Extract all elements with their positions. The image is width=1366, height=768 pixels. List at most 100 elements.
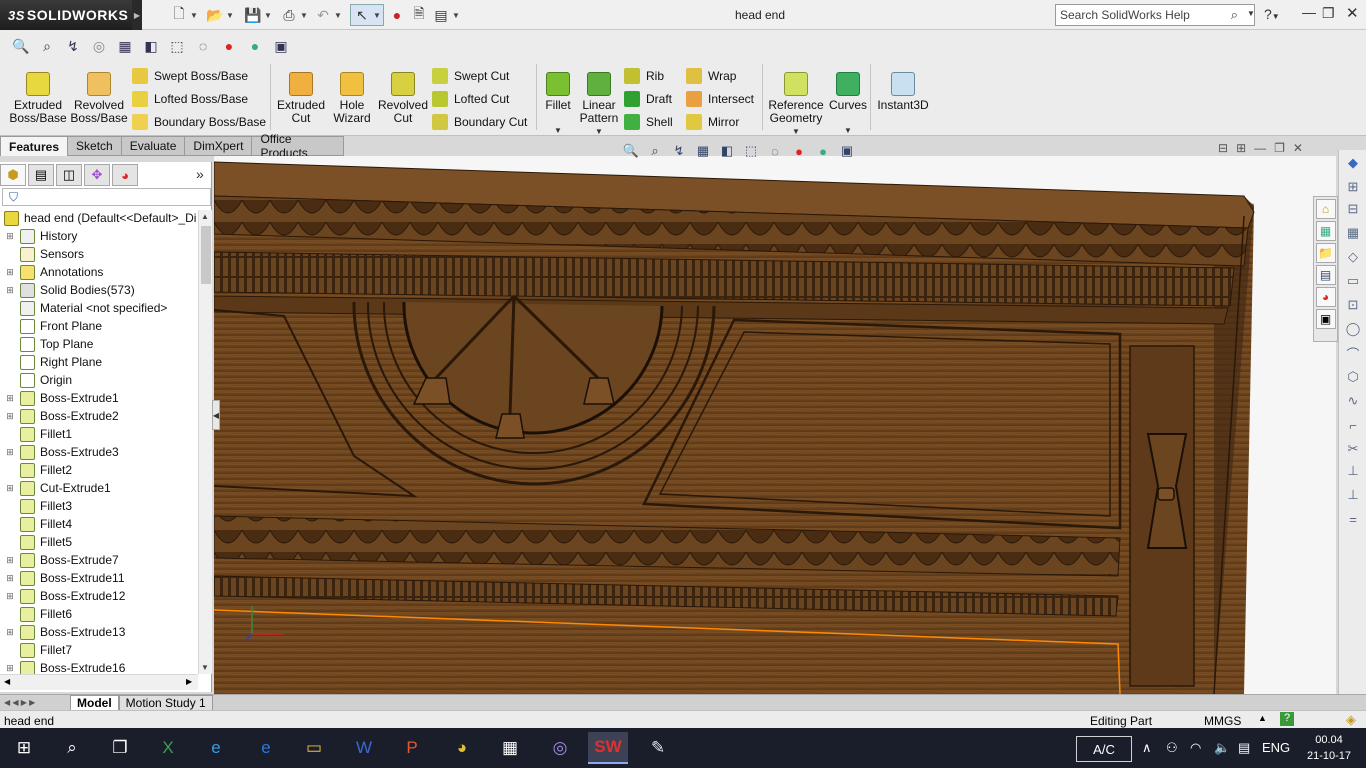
model-viewport[interactable] [214,156,1336,694]
display-style-icon[interactable]: ⬚ [742,142,760,160]
lofted-cut-button[interactable]: Lofted Cut [432,89,527,109]
chevron-down-icon[interactable]: ▼ [554,124,562,137]
calculator-icon[interactable]: ▦ [490,732,530,764]
plane-icon[interactable]: ⊥ [1344,462,1362,480]
help-button[interactable]: ?▼ [1264,6,1280,22]
file-explorer-icon[interactable]: ▭ [294,732,334,764]
windows-start-icon[interactable]: ⊞ [4,732,44,764]
collapse-panel-icon[interactable]: » [196,166,204,182]
tab-office-products[interactable]: Office Products [252,132,344,160]
lofted-boss-button[interactable]: Lofted Boss/Base [132,89,266,109]
chrome-icon[interactable]: ◕ [442,732,482,764]
split-view-icon[interactable]: ⊟ [1218,141,1228,155]
offset-icon[interactable]: = [1344,510,1362,528]
wrap-button[interactable]: Wrap [686,66,754,86]
tree-item[interactable]: ⊞ Annotations [0,263,200,281]
tree-item[interactable]: Sensors [0,245,200,263]
notification-icon[interactable]: ▤ [1238,740,1250,756]
tree-item[interactable]: Fillet4 [0,515,200,533]
revolved-cut-button[interactable]: Revolved Cut [378,72,428,125]
zoom-to-area-icon[interactable]: ⌕ [646,142,664,160]
powerpoint-icon[interactable]: P [392,732,432,764]
expand-icon[interactable]: ⊞ [5,591,15,601]
tree-item[interactable]: Origin [0,371,200,389]
view-settings-icon[interactable]: ▣ [838,142,856,160]
file-explorer-icon[interactable]: 📁 [1315,243,1336,263]
tree-vertical-scrollbar[interactable]: ▲ ▼ [198,210,212,674]
zoom-to-area-icon[interactable]: ⌕ [36,35,58,57]
expand-icon[interactable]: ⊞ [5,231,15,241]
people-icon[interactable]: ⚇ [1166,740,1178,756]
excel-icon[interactable]: X [148,732,188,764]
chevron-down-icon[interactable]: ▼ [844,124,852,137]
custom-properties-icon[interactable]: ▣ [1315,309,1336,329]
menu-arrow-icon[interactable]: ▶ [132,0,142,30]
restore-document-icon[interactable]: ❐ [1274,141,1285,155]
undo-button[interactable]: ↶ ▼ [314,4,342,26]
rebuild-icon[interactable]: ▦ [1344,224,1362,242]
tree-item[interactable]: Material <not specified> [0,299,200,317]
view-orientation-icon[interactable]: ◧ [140,35,162,57]
help-status-icon[interactable]: ? [1280,712,1294,726]
expand-icon[interactable]: ⊞ [5,483,15,493]
spline-icon[interactable]: ∿ [1344,392,1362,410]
trim-icon[interactable]: ✂ [1344,440,1362,458]
display-style-icon[interactable]: ⬚ [166,35,188,57]
expand-icon[interactable]: ⊞ [5,573,15,583]
dimension-icon[interactable]: ⊞ [1344,178,1362,196]
tab-model[interactable]: Model [70,694,119,711]
tree-item[interactable]: Fillet6 [0,605,200,623]
tab-features[interactable]: Features [0,136,69,156]
graphics-area[interactable] [214,156,1336,694]
mirror-button[interactable]: Mirror [686,112,754,132]
boundary-boss-button[interactable]: Boundary Boss/Base [132,112,266,132]
print-button[interactable]: ⎙ ▼ [280,4,308,26]
sketch-tool-icon[interactable]: ◆ [1344,154,1362,172]
slot-icon[interactable]: ⊡ [1344,296,1362,314]
fillet-button[interactable]: Fillet ▼ [542,72,574,137]
view-orientation-icon[interactable]: ◧ [718,142,736,160]
dynamic-annotation-icon[interactable]: ▦ [114,35,136,57]
save-button[interactable]: 💾 ▼ [244,4,272,26]
expand-icon[interactable]: ⊞ [5,267,15,277]
search-help-input[interactable]: Search SolidWorks Help ⌕ [1055,4,1255,26]
scroll-up-icon[interactable]: ▲ [201,212,209,221]
hole-wizard-button[interactable]: Hole Wizard [330,72,374,125]
chevron-down-icon[interactable]: ▼ [792,125,800,138]
minimize-document-icon[interactable]: — [1254,141,1266,155]
expand-icon[interactable]: ⊞ [5,555,15,565]
search-icon[interactable]: ⌕ [52,732,92,764]
tab-evaluate[interactable]: Evaluate [121,136,186,156]
arc-icon[interactable]: ⌒ [1344,344,1362,362]
close-document-icon[interactable]: ✕ [1293,141,1303,155]
instant3d-button[interactable]: Instant3D [876,72,930,112]
tree-horizontal-scrollbar[interactable]: ◀ ▶ [0,674,198,690]
expand-icon[interactable]: ⊞ [5,627,15,637]
units-up-icon[interactable]: ▲ [1258,713,1267,723]
tree-item[interactable]: ⊞ Boss-Extrude12 [0,587,200,605]
reference-geometry-button[interactable]: Reference Geometry ▼ [768,72,824,138]
appearances-icon[interactable]: ◕ [1315,287,1336,307]
word-icon[interactable]: W [344,732,384,764]
tree-item[interactable]: ⊞ Boss-Extrude2 [0,407,200,425]
swept-boss-button[interactable]: Swept Boss/Base [132,66,266,86]
configurationmanager-tab-icon[interactable]: ◫ [56,164,82,186]
tree-item[interactable]: Fillet7 [0,641,200,659]
previous-view-icon[interactable]: ↯ [62,35,84,57]
section-view-icon[interactable]: ◎ [88,35,110,57]
linear-pattern-button[interactable]: Linear Pattern ▼ [578,72,620,138]
scroll-down-icon[interactable]: ▼ [201,663,209,672]
media-player-icon[interactable]: ◎ [540,732,580,764]
tree-item[interactable]: ⊞ Boss-Extrude7 [0,551,200,569]
view-settings-icon[interactable]: ▣ [270,35,292,57]
fillet-sketch-icon[interactable]: ⌐ [1344,416,1362,434]
extruded-cut-button[interactable]: Extruded Cut [276,72,326,125]
convert-entities-icon[interactable]: ⊥ [1344,486,1362,504]
tree-item[interactable]: ⊞ Boss-Extrude11 [0,569,200,587]
home-icon[interactable]: ⌂ [1315,199,1336,219]
rebuild-button[interactable]: ● [388,4,406,26]
search-icon[interactable]: ⌕ [1231,7,1238,23]
edge-icon[interactable]: e [246,732,286,764]
clock[interactable]: 00.04 21-10-17 [1300,732,1358,764]
section-view-icon[interactable]: ▦ [694,142,712,160]
